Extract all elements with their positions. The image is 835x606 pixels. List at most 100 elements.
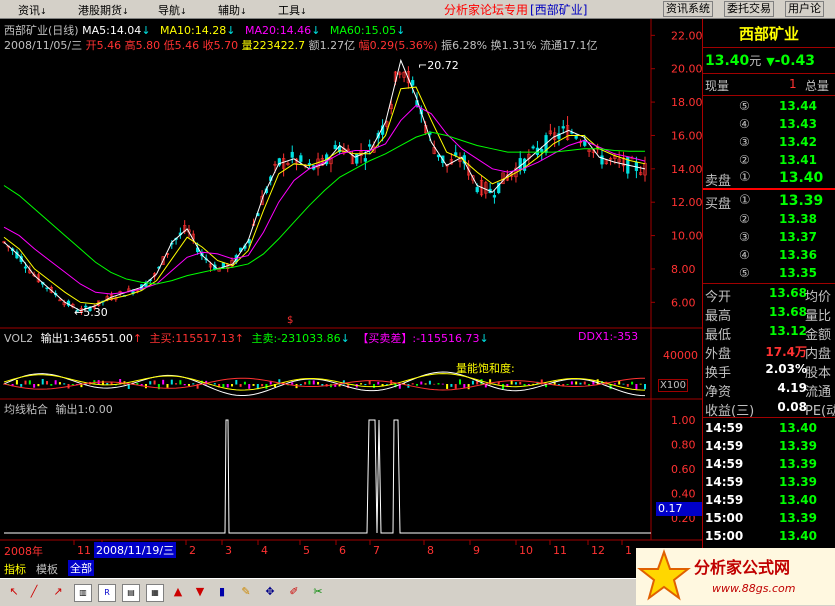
ma-y-tick: 0.40 bbox=[671, 488, 696, 501]
amplitude-value: 振6.28% bbox=[441, 39, 488, 52]
vol-bar bbox=[372, 384, 375, 388]
sell1-level: ① bbox=[739, 170, 751, 185]
buy-order-price[interactable]: 13.36 bbox=[779, 248, 817, 262]
pen-icon[interactable]: ✐ bbox=[286, 584, 302, 600]
sell-order-level: ④ bbox=[739, 117, 750, 131]
vol-title: VOL2 bbox=[4, 332, 34, 345]
chart-type-icon[interactable]: ▤ bbox=[122, 584, 140, 602]
vol-bar bbox=[50, 384, 53, 386]
forum-title: 分析家论坛专用 [西部矿业] bbox=[444, 3, 588, 17]
vol-bar bbox=[433, 383, 436, 385]
turnover-value: 换1.31% bbox=[490, 39, 537, 52]
buy-order-level: ⑤ bbox=[739, 266, 750, 280]
stat-value: 13.12 bbox=[769, 324, 807, 338]
candle-body bbox=[290, 151, 294, 158]
tab-template[interactable]: 模板 bbox=[36, 561, 58, 577]
arrow-icon[interactable]: ↗ bbox=[50, 584, 66, 600]
sell-order-level: ③ bbox=[739, 135, 750, 149]
x-tick-label: 3 bbox=[225, 544, 232, 557]
x-tick-label: 6 bbox=[339, 544, 346, 557]
sell-order-price[interactable]: 13.42 bbox=[779, 135, 817, 149]
vol-bar bbox=[37, 384, 40, 387]
vol-bar bbox=[342, 380, 345, 385]
x-tick-label: 2 bbox=[189, 544, 196, 557]
vol-bar bbox=[101, 380, 104, 385]
vol-bar bbox=[437, 383, 440, 385]
chart-area[interactable]: 22.00 20.00 18.00 16.00 14.00 12.00 10.00 8.00 6… bbox=[0, 19, 702, 560]
up-icon[interactable]: ▲ bbox=[170, 584, 186, 600]
tool-icon[interactable]: ✥ bbox=[262, 584, 278, 600]
menu-item-assist[interactable]: 辅助↓ bbox=[218, 2, 247, 18]
tab-indicator[interactable]: 指标 bbox=[4, 561, 26, 577]
menu-item-navigation[interactable]: 导航↓ bbox=[158, 2, 187, 18]
cursor-icon[interactable]: ↖ bbox=[6, 584, 22, 600]
ma-line-ma5 bbox=[3, 58, 646, 312]
price-chart-svg: 22.0020.0018.0016.0014.0012.0010.008.006… bbox=[0, 19, 702, 557]
buy-order-price[interactable]: 13.38 bbox=[779, 212, 817, 226]
candle-body bbox=[454, 152, 458, 156]
menu-item-hk-futures[interactable]: 港股期货↓ bbox=[78, 2, 129, 18]
vol-bar bbox=[170, 379, 173, 385]
down-icon[interactable]: ▼ bbox=[192, 584, 208, 600]
stat-right-label: 金额 bbox=[805, 328, 832, 343]
vol-bar bbox=[527, 384, 530, 385]
info-system-button[interactable]: 资讯系统 bbox=[663, 1, 713, 17]
stat-value: 2.03% bbox=[765, 362, 807, 376]
ma5-label: MA5:14.04 bbox=[82, 24, 142, 37]
x-tick-label: 11 bbox=[553, 544, 567, 557]
user-forum-button[interactable]: 用户论 bbox=[785, 1, 824, 17]
stat-label: 净资 bbox=[705, 385, 732, 400]
line-icon[interactable]: ╱ bbox=[26, 584, 42, 600]
vol-bar bbox=[557, 384, 560, 385]
trade-button[interactable]: 委托交易 bbox=[724, 1, 774, 17]
vol-bar bbox=[583, 381, 586, 385]
eraser-icon[interactable]: ✂ bbox=[310, 584, 326, 600]
rsi-icon[interactable]: R bbox=[98, 584, 116, 602]
x-axis-year: 2008年 bbox=[4, 545, 43, 558]
pencil-icon[interactable]: ✎ bbox=[238, 584, 254, 600]
low-value: 低5.46 bbox=[163, 39, 200, 52]
vol-bar bbox=[183, 384, 186, 386]
sell-order-price[interactable]: 13.41 bbox=[779, 153, 817, 167]
sell-order-price[interactable]: 13.43 bbox=[779, 117, 817, 131]
x-tick-label: 9 bbox=[473, 544, 480, 557]
buy-order-level: ④ bbox=[739, 248, 750, 262]
tab-all[interactable]: 全部 bbox=[68, 560, 94, 576]
tick-price: 13.40 bbox=[779, 421, 817, 435]
x-tick-label: 4 bbox=[261, 544, 268, 557]
menu-item-news[interactable]: 资讯↓ bbox=[18, 2, 47, 18]
tick-price: 13.40 bbox=[779, 529, 817, 543]
buy-order-price[interactable]: 13.35 bbox=[779, 266, 817, 280]
vol-bar bbox=[166, 384, 169, 388]
buy-order-price[interactable]: 13.37 bbox=[779, 230, 817, 244]
candle-body bbox=[531, 146, 535, 149]
chevron-down-icon: ↓ bbox=[122, 7, 129, 16]
vol-bar bbox=[622, 383, 625, 385]
ma-y-tick: 0.80 bbox=[671, 439, 696, 452]
chevron-down-icon: ↓ bbox=[300, 7, 307, 16]
sell1-price[interactable]: 13.40 bbox=[779, 170, 823, 186]
vol-bar bbox=[162, 379, 165, 385]
table-icon[interactable]: ▦ bbox=[146, 584, 164, 602]
vol-y-tick: 40000 bbox=[663, 349, 698, 362]
vol-bar bbox=[308, 380, 311, 385]
stat-right-label: 内盘 bbox=[805, 347, 832, 362]
vol-bar bbox=[239, 384, 242, 387]
sell-order-price[interactable]: 13.44 bbox=[779, 99, 817, 113]
tick-time: 15:00 bbox=[705, 529, 744, 543]
vol-bar bbox=[570, 381, 573, 385]
high-annotation: ⌐20.72 bbox=[418, 59, 459, 72]
indicator-tabs: 指标 模板 全部 bbox=[0, 560, 702, 576]
bar-icon[interactable]: ▮ bbox=[214, 584, 230, 600]
vol-bar bbox=[411, 383, 414, 385]
kline-icon[interactable]: ▥ bbox=[74, 584, 92, 602]
vol-bar bbox=[226, 384, 229, 388]
buy1-price[interactable]: 13.39 bbox=[779, 193, 823, 209]
stat-value: 17.4万 bbox=[765, 345, 807, 359]
change-value: 幅0.29(5.36%) bbox=[358, 39, 438, 52]
menu-item-tools[interactable]: 工具↓ bbox=[278, 2, 307, 18]
vol-bar bbox=[467, 384, 470, 390]
vol-bar bbox=[523, 384, 526, 386]
candle-body bbox=[368, 144, 372, 147]
candle-body bbox=[333, 145, 337, 150]
